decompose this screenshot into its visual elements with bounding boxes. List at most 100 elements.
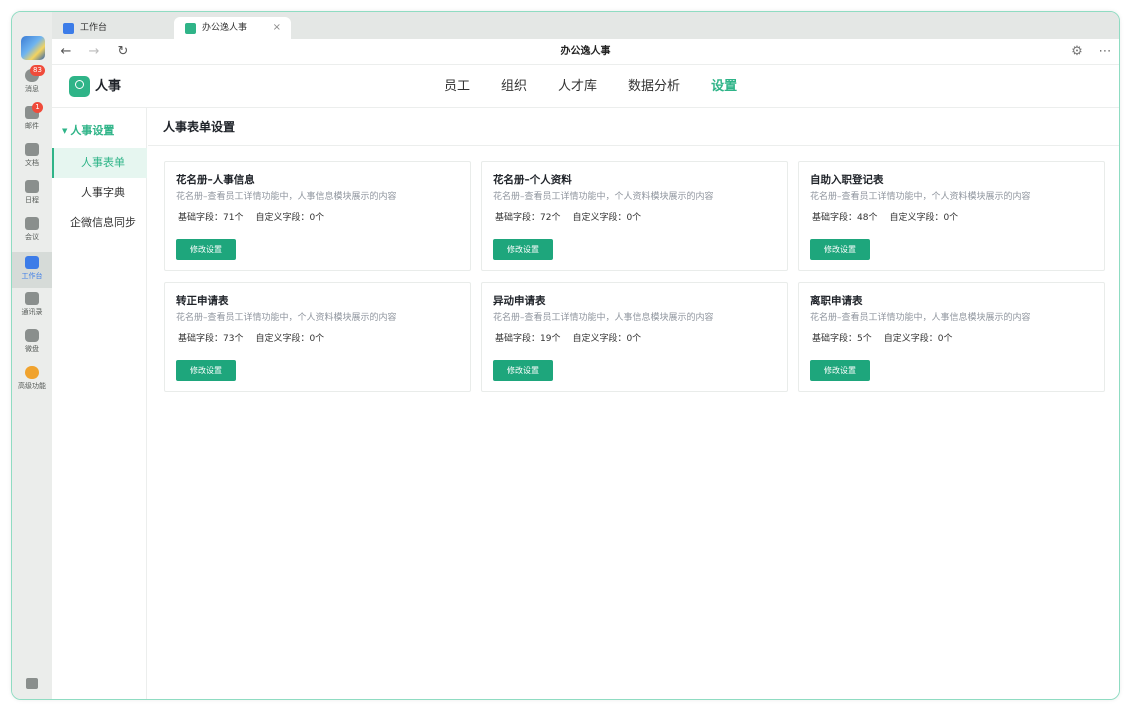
rail-item-label: 消息 <box>25 85 39 93</box>
tab-bar: 工作台 办公逸人事 × <box>52 12 1119 39</box>
building-icon[interactable] <box>26 678 38 689</box>
card-field-counts: 基础字段：71个 自定义字段：0个 <box>178 212 324 224</box>
form-card: 异动申请表 花名册–查看员工详情功能中，人事信息模块展示的内容 基础字段：19个… <box>481 282 788 392</box>
top-nav: 员工 组织 人才库 数据分析 设置 <box>444 65 768 108</box>
user-avatar[interactable] <box>21 36 45 60</box>
contacts-icon <box>25 292 39 305</box>
left-rail: 83 消息 1 邮件 文档 日程 会议 工作台 通讯录 微盘 高级功能 <box>12 12 52 699</box>
card-title: 花名册–个人资料 <box>493 174 572 186</box>
card-title: 异动申请表 <box>493 295 546 307</box>
nav-organization[interactable]: 组织 <box>501 65 527 108</box>
tab-label: 工作台 <box>80 23 108 33</box>
reload-icon[interactable]: ↻ <box>113 42 133 62</box>
nav-settings[interactable]: 设置 <box>711 65 737 108</box>
caret-down-icon: ▼ <box>62 127 68 135</box>
settings-sidebar: ▼ 人事设置 人事表单 人事字典 企微信息同步 <box>52 108 147 699</box>
app-name: 人事 <box>95 79 122 94</box>
back-arrow-icon[interactable]: ← <box>56 42 76 62</box>
rail-item-workbench[interactable]: 工作台 <box>12 252 52 288</box>
card-title: 花名册–人事信息 <box>176 174 255 186</box>
form-card: 花名册–人事信息 花名册–查看员工详情功能中，人事信息模块展示的内容 基础字段：… <box>164 161 471 271</box>
rail-item-label: 通讯录 <box>21 308 43 316</box>
rail-item-drive[interactable]: 微盘 <box>12 329 52 365</box>
calendar-icon <box>25 180 39 193</box>
rail-item-meeting[interactable]: 会议 <box>12 217 52 253</box>
tab-label: 办公逸人事 <box>202 23 248 33</box>
rail-item-label: 日程 <box>25 196 39 204</box>
card-field-counts: 基础字段：19个 自定义字段：0个 <box>495 333 641 345</box>
card-title: 自助入职登记表 <box>810 174 884 186</box>
card-description: 花名册–查看员工详情功能中，人事信息模块展示的内容 <box>176 192 397 202</box>
hr-app: 人事 员工 组织 人才库 数据分析 设置 ▼ 人事设置 人事表单 人事字典 企微信… <box>52 65 1119 699</box>
rail-item-label: 高级功能 <box>18 382 46 390</box>
edit-settings-button[interactable]: 修改设置 <box>176 239 236 260</box>
rail-item-label: 邮件 <box>25 122 39 130</box>
form-card: 自助入职登记表 花名册–查看员工详情功能中，个人资料模块展示的内容 基础字段：4… <box>798 161 1105 271</box>
form-card: 离职申请表 花名册–查看员工详情功能中，人事信息模块展示的内容 基础字段：5个 自… <box>798 282 1105 392</box>
edit-settings-button[interactable]: 修改设置 <box>176 360 236 381</box>
workbench-icon <box>25 256 39 269</box>
page-title: 人事表单设置 <box>163 120 236 134</box>
mail-badge: 1 <box>32 102 43 113</box>
card-description: 花名册–查看员工详情功能中，个人资料模块展示的内容 <box>493 192 714 202</box>
sidebar-item-hr-forms[interactable]: 人事表单 <box>52 148 147 178</box>
custom-field-count: 自定义字段：0个 <box>572 213 642 223</box>
divider <box>148 145 1119 146</box>
base-field-count: 基础字段：48个 <box>812 213 878 223</box>
rail-item-docs[interactable]: 文档 <box>12 143 52 179</box>
messages-badge: 83 <box>30 65 45 76</box>
rail-item-mail[interactable]: 1 邮件 <box>12 102 52 142</box>
card-description: 花名册–查看员工详情功能中，个人资料模块展示的内容 <box>810 192 1031 202</box>
card-title: 离职申请表 <box>810 295 863 307</box>
sidebar-group-hr-settings[interactable]: ▼ 人事设置 <box>62 123 114 139</box>
tab-hr-app[interactable]: 办公逸人事 × <box>174 17 291 39</box>
rail-item-calendar[interactable]: 日程 <box>12 180 52 216</box>
card-description: 花名册–查看员工详情功能中，人事信息模块展示的内容 <box>493 313 714 323</box>
base-field-count: 基础字段：5个 <box>812 334 872 344</box>
settings-icon[interactable]: ⚙ <box>1067 42 1087 62</box>
sidebar-item-hr-dictionary[interactable]: 人事字典 <box>52 178 147 208</box>
hr-logo-icon <box>69 76 90 97</box>
rail-item-advanced[interactable]: 高级功能 <box>12 366 52 402</box>
rail-item-messages[interactable]: 83 消息 <box>12 65 52 105</box>
sidebar-item-wecom-sync[interactable]: 企微信息同步 <box>52 208 147 238</box>
nav-talent-pool[interactable]: 人才库 <box>558 65 597 108</box>
form-card: 花名册–个人资料 花名册–查看员工详情功能中，个人资料模块展示的内容 基础字段：… <box>481 161 788 271</box>
main-content: 人事表单设置 花名册–人事信息 花名册–查看员工详情功能中，人事信息模块展示的内… <box>148 108 1119 699</box>
custom-field-count: 自定义字段：0个 <box>883 334 953 344</box>
form-card: 转正申请表 花名册–查看员工详情功能中，个人资料模块展示的内容 基础字段：73个… <box>164 282 471 392</box>
nav-employees[interactable]: 员工 <box>444 65 470 108</box>
card-field-counts: 基础字段：48个 自定义字段：0个 <box>812 212 958 224</box>
nav-data-analysis[interactable]: 数据分析 <box>628 65 680 108</box>
custom-field-count: 自定义字段：0个 <box>572 334 642 344</box>
rail-item-label: 会议 <box>25 233 39 241</box>
edit-settings-button[interactable]: 修改设置 <box>493 239 553 260</box>
rail-item-label: 文档 <box>25 159 39 167</box>
card-field-counts: 基础字段：5个 自定义字段：0个 <box>812 333 952 345</box>
rail-item-contacts[interactable]: 通讯录 <box>12 292 52 328</box>
doc-icon <box>25 143 39 156</box>
workbench-icon <box>63 23 74 34</box>
card-field-counts: 基础字段：73个 自定义字段：0个 <box>178 333 324 345</box>
tab-workbench[interactable]: 工作台 <box>52 17 172 39</box>
sidebar-group-label: 人事设置 <box>70 124 115 137</box>
app-window: 83 消息 1 邮件 文档 日程 会议 工作台 通讯录 微盘 高级功能 工作台 … <box>11 11 1120 700</box>
app-header: 人事 员工 组织 人才库 数据分析 设置 <box>52 65 1119 108</box>
rail-item-label: 微盘 <box>25 345 39 353</box>
custom-field-count: 自定义字段：0个 <box>255 213 325 223</box>
rail-item-label: 工作台 <box>21 272 43 280</box>
browser-toolbar: 办公逸人事 ← → ↻ ⚙ ⋯ <box>52 39 1119 65</box>
meeting-icon <box>25 217 39 230</box>
close-icon[interactable]: × <box>273 17 281 39</box>
card-description: 花名册–查看员工详情功能中，个人资料模块展示的内容 <box>176 313 397 323</box>
edit-settings-button[interactable]: 修改设置 <box>810 360 870 381</box>
card-title: 转正申请表 <box>176 295 229 307</box>
custom-field-count: 自定义字段：0个 <box>255 334 325 344</box>
card-description: 花名册–查看员工详情功能中，人事信息模块展示的内容 <box>810 313 1031 323</box>
more-icon[interactable]: ⋯ <box>1095 42 1115 62</box>
base-field-count: 基础字段：19个 <box>495 334 561 344</box>
forward-arrow-icon[interactable]: → <box>84 42 104 62</box>
edit-settings-button[interactable]: 修改设置 <box>810 239 870 260</box>
edit-settings-button[interactable]: 修改设置 <box>493 360 553 381</box>
advanced-icon <box>25 366 39 379</box>
